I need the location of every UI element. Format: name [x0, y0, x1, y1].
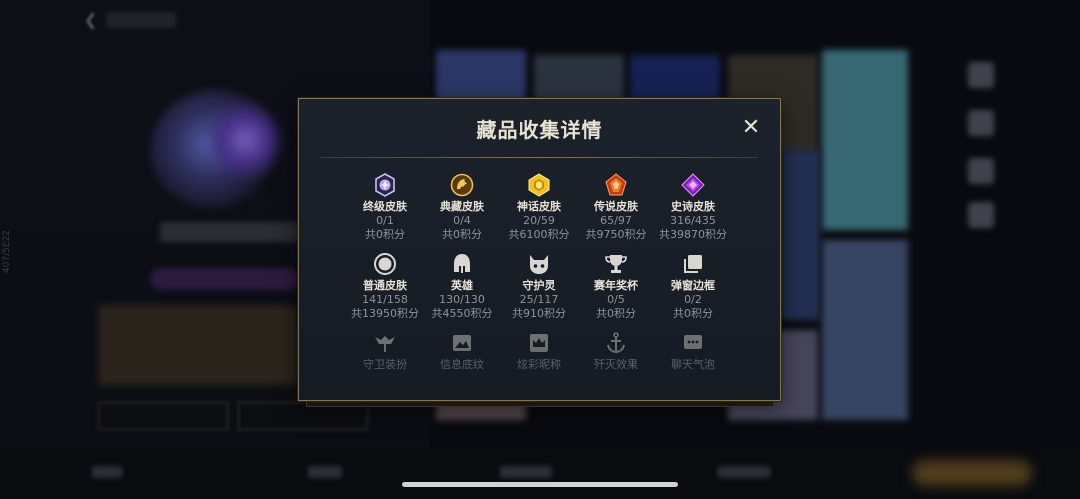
item-name: 赛年奖杯 [594, 279, 638, 292]
item-name: 弹窗边框 [671, 279, 715, 292]
item-points: 共0积分 [442, 228, 482, 241]
collection-item-epic-skin[interactable]: 史诗皮肤 316/435 共39870积分 [653, 173, 733, 242]
epic-skin-icon [681, 173, 705, 197]
ward-skin-icon [375, 336, 395, 352]
item-count: 316/435 [670, 214, 716, 227]
item-points: 共39870积分 [659, 228, 727, 241]
chat-bubble-icon [684, 335, 702, 349]
item-name: 史诗皮肤 [671, 200, 715, 213]
item-count: 0/2 [684, 293, 702, 306]
item-points: 共9750积分 [585, 228, 647, 241]
collection-item-legendary-skin[interactable]: 传说皮肤 65/97 共9750积分 [576, 173, 656, 242]
item-points: 共4550积分 [431, 307, 493, 320]
item-count: 130/130 [439, 293, 485, 306]
item-name: 歼灭效果 [594, 358, 638, 371]
collection-details-modal: 藏品收集详情 ✕ 终级皮肤 0/1 共0积分 典藏皮肤 0/4 共0积分 神话皮… [298, 98, 781, 401]
item-points: 共13950积分 [351, 307, 419, 320]
collection-item-info-background[interactable]: 信息底纹 [422, 331, 502, 372]
collection-item-chat-bubble[interactable]: 聊天气泡 [653, 331, 733, 372]
item-count: 141/158 [362, 293, 408, 306]
collection-item-collection-skin[interactable]: 典藏皮肤 0/4 共0积分 [422, 173, 502, 242]
collection-item-normal-skin[interactable]: 普通皮肤 141/158 共13950积分 [345, 252, 425, 321]
normal-skin-icon [374, 253, 396, 275]
collection-item-kill-effect[interactable]: 歼灭效果 [576, 331, 656, 372]
hero-helmet-icon [454, 254, 470, 273]
collection-item-mythic-skin[interactable]: 神话皮肤 20/59 共6100积分 [499, 173, 579, 242]
guardian-spirit-icon [530, 255, 548, 274]
trophy-icon [605, 255, 627, 273]
item-name: 典藏皮肤 [440, 200, 484, 213]
item-name: 神话皮肤 [517, 200, 561, 213]
kill-effect-icon [607, 332, 625, 354]
item-points: 共910积分 [512, 307, 566, 320]
modal-title: 藏品收集详情 [476, 118, 603, 142]
item-name: 普通皮肤 [363, 279, 407, 292]
item-count: 20/59 [523, 214, 555, 227]
collection-item-popup-frame[interactable]: 弹窗边框 0/2 共0积分 [653, 252, 733, 321]
item-name: 聊天气泡 [671, 358, 715, 371]
colorful-nickname-icon [530, 334, 548, 352]
item-name: 英雄 [451, 279, 473, 292]
item-name: 传说皮肤 [594, 200, 638, 213]
collection-item-season-trophy[interactable]: 赛年奖杯 0/5 共0积分 [576, 252, 656, 321]
item-name: 守卫装扮 [363, 358, 407, 371]
collection-item-guardian-spirit[interactable]: 守护灵 25/117 共910积分 [499, 252, 579, 321]
mythic-skin-icon [528, 173, 550, 197]
item-count: 25/117 [519, 293, 559, 306]
modal-base-strip [306, 401, 774, 407]
close-icon[interactable]: ✕ [739, 116, 763, 140]
collection-item-ultimate-skin[interactable]: 终级皮肤 0/1 共0积分 [345, 173, 425, 242]
item-name: 终级皮肤 [363, 200, 407, 213]
item-name: 守护灵 [522, 279, 556, 292]
collection-item-ward-skin[interactable]: 守卫装扮 [345, 331, 425, 372]
popup-frame-icon [684, 255, 702, 273]
item-points: 共6100积分 [508, 228, 570, 241]
collection-item-colorful-nickname[interactable]: 炫彩昵称 [499, 331, 579, 372]
item-count: 65/97 [600, 214, 632, 227]
legendary-skin-icon [605, 173, 627, 196]
title-divider [321, 157, 758, 158]
collection-skin-icon [450, 173, 474, 197]
item-points: 共0积分 [596, 307, 636, 320]
home-indicator[interactable] [402, 482, 678, 487]
item-points: 共0积分 [365, 228, 405, 241]
item-points: 共0积分 [673, 307, 713, 320]
ultimate-skin-icon [375, 173, 395, 197]
collection-item-hero[interactable]: 英雄 130/130 共4550积分 [422, 252, 502, 321]
item-name: 信息底纹 [440, 358, 484, 371]
info-background-icon [453, 335, 471, 351]
item-count: 0/4 [453, 214, 471, 227]
item-count: 0/5 [607, 293, 625, 306]
item-name: 炫彩昵称 [517, 358, 561, 371]
item-count: 0/1 [376, 214, 394, 227]
